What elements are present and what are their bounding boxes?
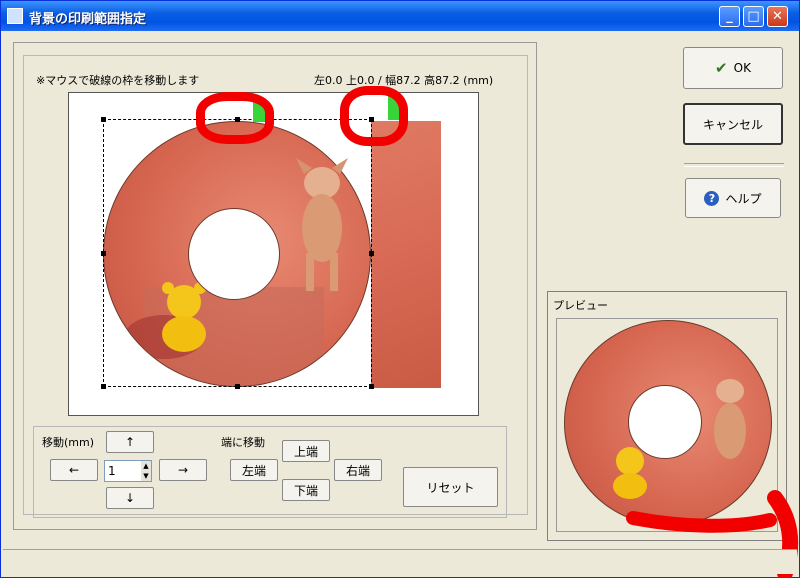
spin-arrows[interactable]: ▲ ▼ [141,461,151,481]
right-edge-button[interactable]: 右端 [334,459,382,481]
ok-button[interactable]: ✔ OK [683,47,783,89]
left-edge-button[interactable]: 左端 [230,459,278,481]
top-edge-button[interactable]: 上端 [282,440,330,462]
maximize-button[interactable]: □ [743,6,764,27]
move-left-button[interactable]: ← [50,459,98,481]
edge-label: 端に移動 [221,436,265,449]
separator [684,163,784,167]
background-photo-edge [371,121,441,388]
resize-handle[interactable] [369,251,374,256]
resize-handle[interactable] [369,384,374,389]
resize-handle[interactable] [235,384,240,389]
step-value: 1 [108,464,116,478]
coords-readout: 左0.0 上0.0 / 幅87.2 高87.2 (mm) [314,74,494,87]
help-button[interactable]: ? ヘルプ [685,178,781,218]
preview-disc-hole [628,385,702,459]
close-icon: ✕ [772,9,783,24]
help-icon: ? [704,190,720,206]
checkmark-icon: ✔ [715,59,728,77]
close-button[interactable]: ✕ [767,6,788,27]
app-icon [7,8,23,24]
maximize-icon: □ [747,9,760,24]
move-up-button[interactable]: ↑ [106,431,154,453]
minimize-icon: _ [726,9,733,24]
annotation-circle [340,86,408,146]
annotation-circle [196,92,274,144]
move-down-button[interactable]: ↓ [106,487,154,509]
cancel-label: キャンセル [702,117,763,132]
ok-label: OK [733,61,751,75]
title-bar[interactable]: 背景の印刷範囲指定 _ □ ✕ [1,1,799,31]
window-title: 背景の印刷範囲指定 [29,12,147,27]
step-input[interactable]: 1 ▲ ▼ [104,460,152,482]
move-label: 移動(mm) [42,436,95,449]
cancel-button[interactable]: キャンセル [683,103,783,145]
help-label: ヘルプ [725,191,762,206]
move-right-button[interactable]: → [159,459,207,481]
preview-label: プレビュー [553,299,608,312]
resize-handle[interactable] [101,384,106,389]
status-bar [3,549,797,574]
hint-text: ※マウスで破線の枠を移動します [36,74,200,87]
bottom-edge-button[interactable]: 下端 [282,479,330,501]
resize-handle[interactable] [101,117,106,122]
reset-button[interactable]: リセット [403,467,498,507]
resize-handle[interactable] [101,251,106,256]
print-area-frame[interactable] [103,119,372,387]
minimize-button[interactable]: _ [719,6,740,27]
